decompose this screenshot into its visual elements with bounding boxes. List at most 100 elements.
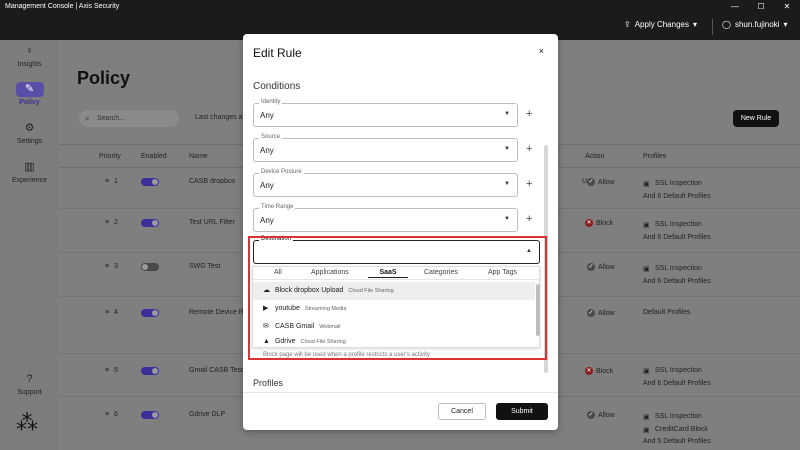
action-status: ✓ Allow: [587, 411, 615, 419]
policy-icon: ✎: [15, 82, 44, 97]
profile-icon: ▣: [643, 266, 650, 273]
sidebar-item-settings[interactable]: ⚙ Settings: [0, 121, 59, 145]
drag-handle-icon[interactable]: ≡: [105, 367, 109, 374]
enabled-toggle[interactable]: [141, 309, 159, 317]
add-device-posture-icon[interactable]: +: [526, 178, 532, 190]
column-header-name[interactable]: Name: [189, 153, 208, 160]
action-label: Block: [596, 367, 614, 375]
profiles-section-title: Profiles: [253, 378, 284, 388]
source-select[interactable]: Source Any ▼: [253, 134, 518, 162]
rule-name: SWG Test: [189, 263, 221, 270]
minimize-button[interactable]: —: [722, 0, 748, 14]
profile-more: And 5 Default Profiles: [643, 438, 711, 445]
close-icon[interactable]: ×: [539, 46, 544, 56]
sidebar-item-label: Settings: [16, 138, 43, 145]
enabled-toggle[interactable]: [141, 219, 159, 227]
column-header-priority[interactable]: Priority: [99, 153, 121, 160]
drag-handle-icon[interactable]: ≡: [105, 309, 109, 316]
user-icon: ◯: [722, 20, 731, 29]
field-label: Source: [259, 134, 283, 140]
chevron-down-icon: ▾: [692, 20, 697, 29]
sidebar-item-insights[interactable]: ♀ Insights: [0, 44, 59, 68]
user-menu[interactable]: ◯ shun.fujinoki ▾: [722, 20, 787, 29]
sidebar: ♀ Insights ✎ Policy ⚙ Settings ▥ Experie…: [0, 40, 59, 450]
drag-handle-icon[interactable]: ≡: [105, 178, 109, 185]
drag-handle-icon[interactable]: ≡: [105, 411, 109, 418]
close-window-button[interactable]: ✕: [774, 0, 800, 14]
field-value: Any: [260, 146, 274, 155]
username: shun.fujinoki: [734, 20, 780, 29]
action-status: ✕ Block: [585, 367, 613, 375]
bar-chart-icon: ▥: [24, 161, 35, 173]
profile-more: And 6 Default Profiles: [643, 278, 711, 285]
new-rule-button[interactable]: New Rule: [733, 110, 779, 127]
gear-icon: ⚙: [24, 122, 35, 134]
profile-icon: ▣: [643, 222, 650, 229]
last-changes-text: Last changes ap: [195, 114, 247, 121]
action-label: Allow: [598, 309, 615, 317]
action-label: Block: [596, 219, 614, 227]
priority-value: 4: [114, 309, 118, 316]
block-icon: ✕: [585, 219, 593, 227]
apply-changes-button[interactable]: ⇪ Apply Changes ▾: [624, 20, 697, 29]
profile-name: Default Profiles: [643, 309, 691, 316]
profile-icon: ▣: [643, 427, 650, 434]
device-posture-select[interactable]: Device Posture Any ▼: [253, 169, 518, 197]
check-icon: ✓: [587, 309, 595, 317]
cancel-button[interactable]: Cancel: [438, 403, 486, 420]
add-identity-icon[interactable]: +: [526, 108, 532, 120]
profile-more: And 6 Default Profiles: [643, 193, 711, 200]
field-label: Device Posture: [259, 169, 304, 175]
enabled-toggle[interactable]: [141, 411, 159, 419]
window-titlebar: Management Console | Axis Security — ☐ ✕: [0, 0, 800, 14]
dialog-title: Edit Rule: [253, 46, 302, 60]
priority-value: 3: [114, 263, 118, 270]
question-icon: ?: [26, 373, 33, 385]
enabled-toggle[interactable]: [141, 263, 159, 271]
profile-icon: ▣: [643, 181, 650, 188]
topbar-divider: [712, 19, 713, 35]
column-header-action[interactable]: Action: [585, 153, 604, 160]
action-status: ✓ Allow: [587, 309, 615, 317]
dropdown-arrow-icon: ▼: [504, 181, 510, 187]
action-label: Allow: [598, 178, 615, 186]
field-value: Any: [260, 181, 274, 190]
add-source-icon[interactable]: +: [526, 143, 532, 155]
profile-icon: ▣: [643, 368, 650, 375]
dialog-footer: Cancel Submit: [243, 392, 558, 430]
enabled-toggle[interactable]: [141, 178, 159, 186]
sidebar-item-policy[interactable]: ✎ Policy: [0, 82, 59, 106]
column-header-profiles[interactable]: Profiles: [643, 153, 666, 160]
sidebar-item-experience[interactable]: ▥ Experience: [0, 160, 59, 184]
enabled-toggle[interactable]: [141, 367, 159, 375]
lightbulb-icon: ♀: [25, 45, 34, 57]
search-input[interactable]: ⌕ Search...: [79, 110, 179, 127]
action-label: Allow: [598, 411, 615, 419]
drag-handle-icon[interactable]: ≡: [105, 219, 109, 226]
priority-value: 2: [114, 219, 118, 226]
field-label: Identity: [259, 99, 283, 105]
time-range-select[interactable]: Time Range Any ▼: [253, 204, 518, 232]
add-time-range-icon[interactable]: +: [526, 213, 532, 225]
search-icon: ⌕: [85, 114, 90, 123]
sidebar-item-label: Policy: [19, 99, 40, 106]
profile-name: SSL Inspection: [655, 413, 702, 420]
sidebar-item-label: Insights: [17, 61, 42, 68]
column-header-enabled[interactable]: Enabled: [141, 153, 167, 160]
block-icon: ✕: [585, 367, 593, 375]
sidebar-item-support[interactable]: ? Support: [0, 372, 59, 396]
field-value: Any: [260, 216, 274, 225]
identity-select[interactable]: Identity Any ▼: [253, 99, 518, 127]
profile-icon: ▣: [643, 414, 650, 421]
rule-name: Gdrive DLP: [189, 411, 226, 418]
submit-button[interactable]: Submit: [496, 403, 548, 420]
rule-name: Test URL Filter: [189, 219, 236, 226]
window-controls: — ☐ ✕: [722, 0, 800, 14]
drag-handle-icon[interactable]: ≡: [105, 263, 109, 270]
search-placeholder: Search...: [97, 115, 126, 122]
maximize-button[interactable]: ☐: [748, 0, 774, 14]
conditions-title: Conditions: [253, 81, 301, 92]
dropdown-arrow-icon: ▼: [504, 216, 510, 222]
action-status: ✓ Allow: [587, 263, 615, 271]
field-label: Time Range: [259, 204, 296, 210]
